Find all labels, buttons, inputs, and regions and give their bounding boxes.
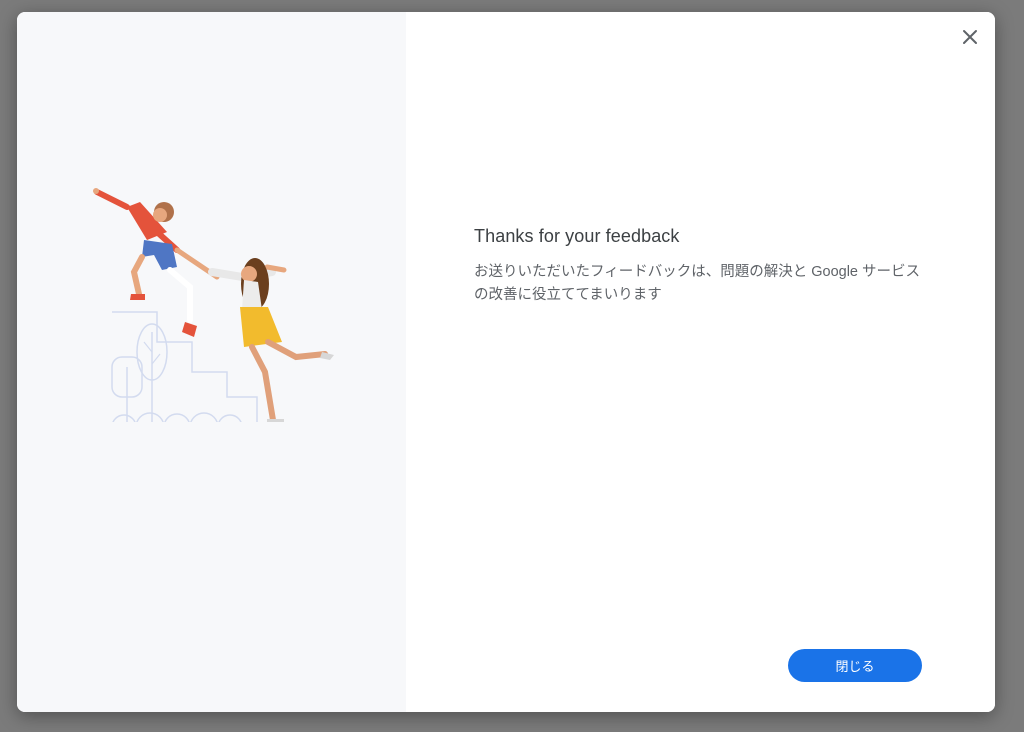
close-icon xyxy=(963,30,977,44)
dialog-title: Thanks for your feedback xyxy=(474,226,680,246)
illustration-panel xyxy=(17,12,406,712)
content-panel: Thanks for your feedback お送りいただいたフィードバック… xyxy=(406,12,995,712)
people-climbing-stairs-illustration xyxy=(93,188,334,422)
feedback-dialog: Thanks for your feedback お送りいただいたフィードバック… xyxy=(17,12,995,712)
dialog-message: お送りいただいたフィードバックは、問題の解決と Google サービスの改善に役… xyxy=(474,264,921,303)
close-dialog-button[interactable]: 閉じる xyxy=(788,649,922,682)
close-button[interactable] xyxy=(957,24,983,50)
